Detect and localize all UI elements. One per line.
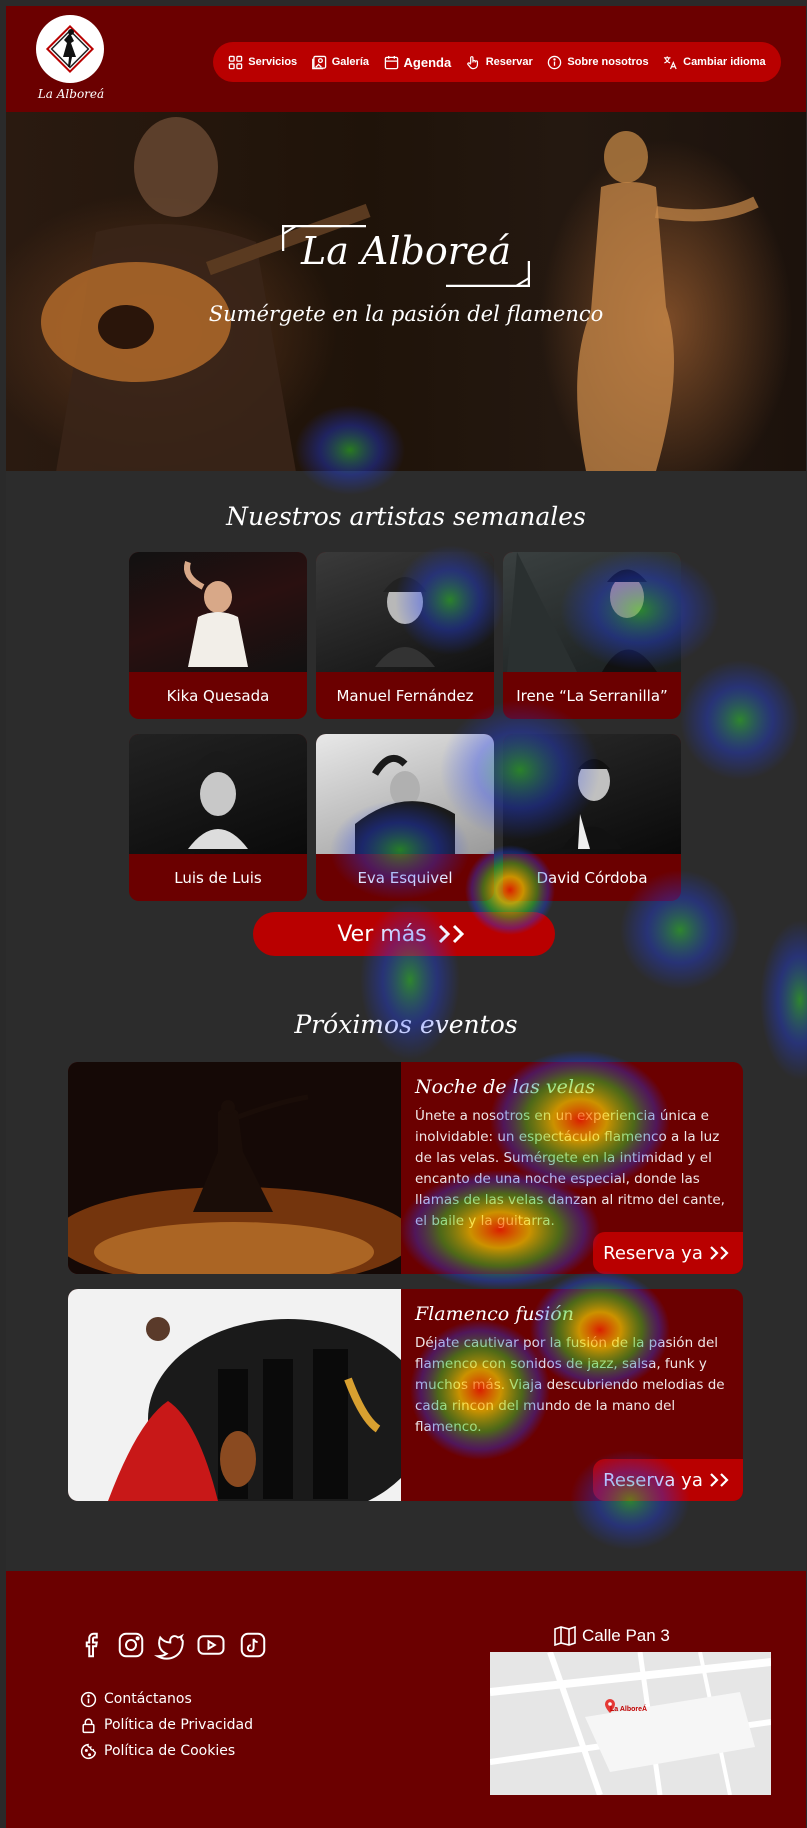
footer-link-label: Política de Privacidad bbox=[104, 1717, 253, 1733]
events-title: Próximos eventos bbox=[294, 1010, 518, 1039]
artist-photo bbox=[129, 734, 307, 854]
calendar-icon bbox=[384, 55, 398, 69]
event-card: Flamenco fusión Déjate cautivar por la f… bbox=[68, 1289, 743, 1501]
see-more-button[interactable]: Ver más bbox=[253, 912, 555, 956]
artist-card[interactable]: Eva Esquivel bbox=[316, 734, 494, 901]
event-title: Flamenco fusión bbox=[415, 1303, 574, 1325]
nav-item-label: Agenda bbox=[403, 54, 452, 70]
artist-card[interactable]: Kika Quesada bbox=[129, 552, 307, 719]
map-label: La AlboreÁ bbox=[610, 1706, 648, 1713]
event-body: Noche de las velas Únete a nosotros en u… bbox=[415, 1076, 733, 1232]
event-card: Noche de las velas Únete a nosotros en u… bbox=[68, 1062, 743, 1274]
social-links bbox=[78, 1630, 268, 1660]
artist-name: David Córdoba bbox=[536, 868, 648, 887]
facebook-icon[interactable] bbox=[78, 1630, 108, 1660]
artist-photo bbox=[316, 552, 494, 672]
artist-photo bbox=[503, 734, 681, 854]
reserve-label: Reserva ya bbox=[603, 1242, 703, 1264]
hero-photo bbox=[41, 117, 759, 471]
hand-pointer-icon bbox=[466, 55, 478, 69]
footer-link-cookies[interactable]: Política de Cookies bbox=[80, 1738, 253, 1764]
artist-name: Eva Esquivel bbox=[357, 868, 453, 887]
artist-name: Manuel Fernández bbox=[336, 686, 474, 705]
footer-links: Contáctanos Política de Privacidad Polít… bbox=[80, 1686, 253, 1764]
footer-link-label: Política de Cookies bbox=[104, 1743, 236, 1759]
tiktok-icon[interactable] bbox=[238, 1630, 268, 1660]
nav-item-reservar[interactable]: Reservar bbox=[466, 55, 533, 70]
hero-title-frame: La Alboreá bbox=[282, 225, 530, 287]
artist-name: Luis de Luis bbox=[174, 868, 262, 887]
site-footer: Contáctanos Política de Privacidad Polít… bbox=[6, 1571, 806, 1828]
cookie-icon bbox=[80, 1743, 97, 1759]
artist-card[interactable]: Irene “La Serranilla” bbox=[503, 552, 681, 719]
hero-banner: La Alboreá Sumérgete en la pasión del fl… bbox=[6, 112, 806, 471]
event-description: Únete a nosotros en un experiencia única… bbox=[415, 1108, 725, 1229]
artist-card[interactable]: Manuel Fernández bbox=[316, 552, 494, 719]
reserve-button[interactable]: Reserva ya bbox=[593, 1232, 743, 1274]
event-image bbox=[68, 1289, 428, 1501]
nav-item-servicios[interactable]: Servicios bbox=[228, 55, 297, 70]
event-body: Flamenco fusión Déjate cautivar por la f… bbox=[415, 1303, 733, 1438]
lock-icon bbox=[82, 1717, 95, 1733]
info-icon bbox=[548, 55, 562, 69]
grid-icon bbox=[229, 55, 243, 69]
double-chevron-right-icon bbox=[438, 924, 464, 944]
page: La Alboreá Servicios Galería Agenda Rese… bbox=[6, 6, 806, 1828]
nav-item-sobre-nosotros[interactable]: Sobre nosotros bbox=[547, 55, 649, 70]
double-chevron-right-icon bbox=[710, 1246, 729, 1260]
footer-link-contact[interactable]: Contáctanos bbox=[80, 1686, 253, 1712]
twitter-icon[interactable] bbox=[154, 1630, 184, 1660]
info-icon bbox=[80, 1691, 97, 1707]
nav-item-agenda[interactable]: Agenda bbox=[384, 54, 452, 70]
nav-item-galeria[interactable]: Galería bbox=[311, 55, 369, 70]
gallery-icon bbox=[311, 55, 326, 69]
youtube-icon[interactable] bbox=[192, 1630, 230, 1660]
artist-photo bbox=[316, 734, 494, 854]
nav-item-cambiar-idioma[interactable]: Cambiar idioma bbox=[663, 55, 766, 70]
address-text: Calle Pan 3 bbox=[582, 1626, 670, 1645]
artist-card[interactable]: Luis de Luis bbox=[129, 734, 307, 901]
nav-item-label: Cambiar idioma bbox=[683, 56, 766, 68]
nav-item-label: Servicios bbox=[248, 56, 298, 68]
artist-photo bbox=[503, 552, 681, 672]
logo-emblem bbox=[36, 15, 104, 83]
event-title: Noche de las velas bbox=[415, 1076, 595, 1098]
instagram-icon[interactable] bbox=[116, 1630, 146, 1660]
event-image bbox=[68, 1062, 414, 1274]
map-icon bbox=[554, 1626, 576, 1646]
event-description: Déjate cautivar por la fusión de la pasi… bbox=[415, 1335, 725, 1435]
logo-name: La Alboreá bbox=[37, 87, 105, 101]
address: Calle Pan 3 bbox=[554, 1626, 670, 1646]
hero-subtitle: Sumérgete en la pasión del flamenco bbox=[208, 302, 604, 326]
double-chevron-right-icon bbox=[710, 1473, 729, 1487]
location-map[interactable]: La AlboreÁ bbox=[490, 1652, 771, 1795]
see-more-label: Ver más bbox=[337, 921, 427, 947]
logo[interactable]: La Alboreá bbox=[36, 15, 106, 101]
artist-name: Kika Quesada bbox=[166, 686, 270, 705]
artists-grid: Kika Quesada Manuel Fernández Irene “La … bbox=[129, 552, 681, 901]
footer-link-privacy[interactable]: Política de Privacidad bbox=[80, 1712, 253, 1738]
footer-link-label: Contáctanos bbox=[104, 1691, 192, 1707]
nav-item-label: Galería bbox=[331, 56, 369, 68]
reserve-label: Reserva ya bbox=[603, 1469, 703, 1491]
artists-title: Nuestros artistas semanales bbox=[226, 502, 586, 531]
site-header: La Alboreá Servicios Galería Agenda Rese… bbox=[6, 6, 806, 112]
artist-photo bbox=[129, 552, 307, 672]
main-nav: Servicios Galería Agenda Reservar Sobre … bbox=[213, 42, 781, 82]
nav-item-label: Reservar bbox=[485, 56, 533, 68]
nav-item-label: Sobre nosotros bbox=[567, 56, 649, 68]
artist-name: Irene “La Serranilla” bbox=[516, 686, 668, 705]
reserve-button[interactable]: Reserva ya bbox=[593, 1459, 743, 1501]
hero-title: La Alboreá bbox=[300, 229, 512, 273]
artist-card[interactable]: David Córdoba bbox=[503, 734, 681, 901]
translate-icon bbox=[664, 55, 677, 69]
